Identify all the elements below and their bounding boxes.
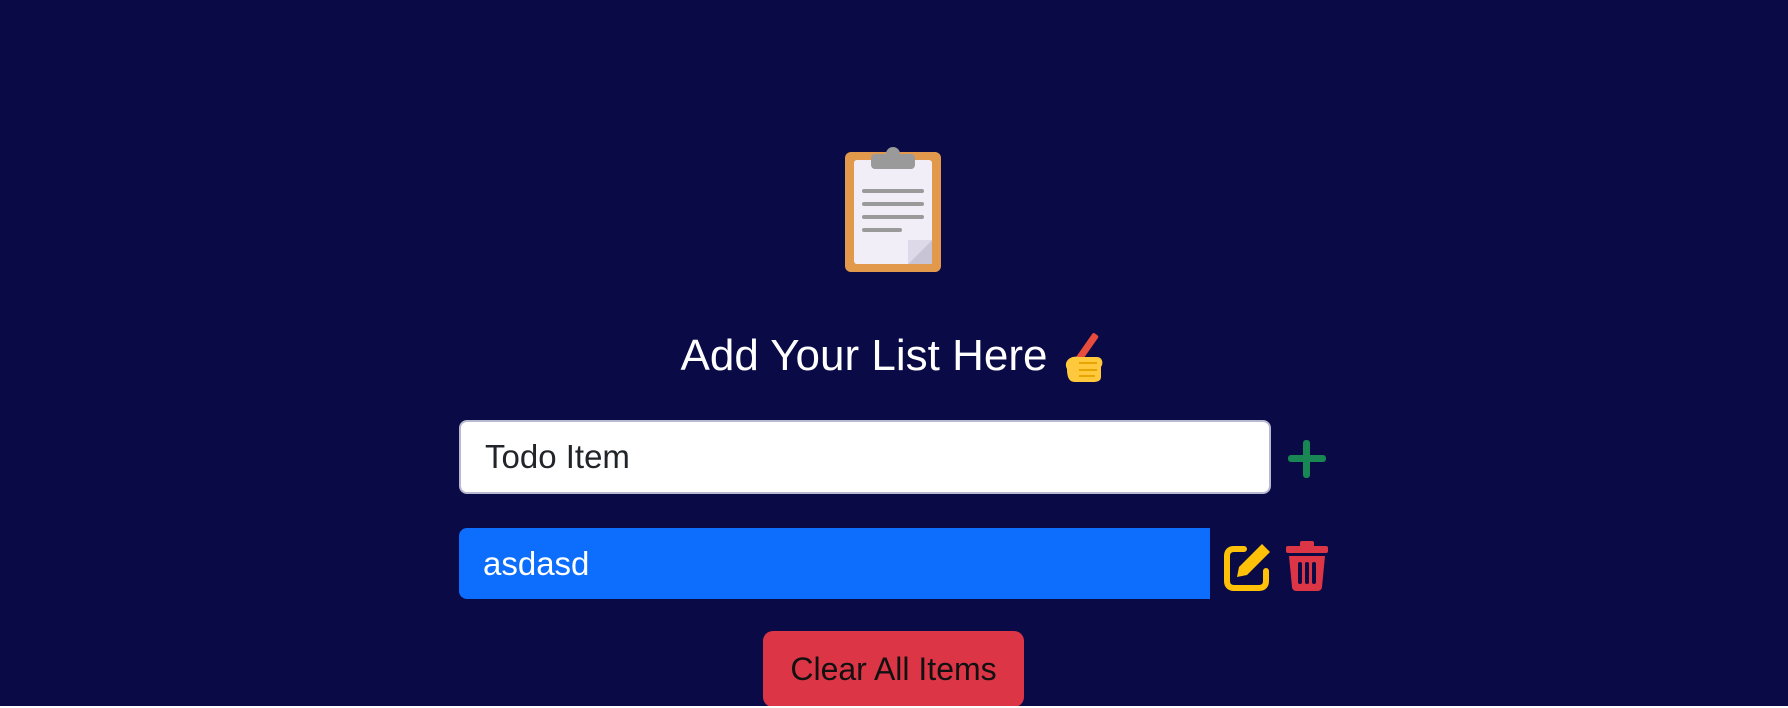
list-item: asdasd xyxy=(459,528,1210,599)
clear-all-button[interactable]: Clear All Items xyxy=(763,631,1024,707)
page-title: Add Your List Here xyxy=(0,326,1788,386)
clipboard-icon xyxy=(845,147,941,272)
trash-icon[interactable] xyxy=(1285,541,1329,591)
writing-hand-icon xyxy=(1066,333,1103,383)
list-item-text: asdasd xyxy=(483,544,590,582)
page-title-text: Add Your List Here xyxy=(680,331,1048,380)
add-icon[interactable] xyxy=(1284,436,1330,482)
edit-icon[interactable] xyxy=(1222,541,1272,591)
todo-input[interactable] xyxy=(459,420,1271,494)
